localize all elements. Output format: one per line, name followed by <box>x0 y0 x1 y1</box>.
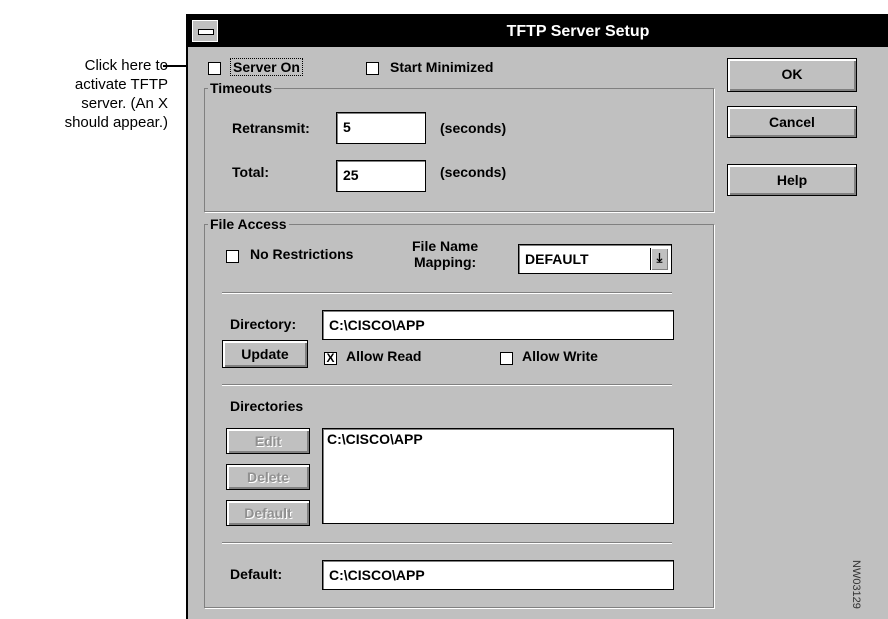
tftp-setup-dialog: TFTP Server Setup Server On Start Minimi… <box>186 14 888 619</box>
callout-line: server. (An X <box>81 95 168 112</box>
chevron-down-icon[interactable]: ⤓ <box>650 248 668 270</box>
timeouts-group <box>204 88 714 212</box>
file-name-mapping-value: DEFAULT <box>525 251 589 267</box>
default-button[interactable]: Default <box>226 500 310 526</box>
separator <box>222 292 672 294</box>
directories-label: Directories <box>230 398 304 414</box>
title-bar: TFTP Server Setup <box>188 16 888 47</box>
ok-button[interactable]: OK <box>727 58 857 92</box>
allow-write-label[interactable]: Allow Write <box>522 348 598 364</box>
separator <box>222 542 672 544</box>
retransmit-input[interactable]: 5 <box>336 112 426 144</box>
directory-label: Directory: <box>230 316 297 332</box>
directory-input[interactable]: C:\CISCO\APP <box>322 310 674 340</box>
default-directory-input[interactable]: C:\CISCO\APP <box>322 560 674 590</box>
retransmit-label: Retransmit: <box>232 120 310 136</box>
edit-button[interactable]: Edit <box>226 428 310 454</box>
cancel-button[interactable]: Cancel <box>727 106 857 138</box>
callout-text: Click here to activate TFTP server. (An … <box>0 56 168 132</box>
figure-code: NW03129 <box>850 560 862 609</box>
total-label: Total: <box>232 164 270 180</box>
callout-line: Click here to <box>84 57 168 74</box>
file-name-mapping-select[interactable]: DEFAULT ⤓ <box>518 244 672 274</box>
default-label: Default: <box>230 566 283 582</box>
update-button[interactable]: Update <box>222 340 308 368</box>
allow-write-checkbox[interactable] <box>500 352 513 365</box>
retransmit-unit: (seconds) <box>440 120 507 136</box>
system-menu-icon[interactable] <box>192 20 218 42</box>
total-unit: (seconds) <box>440 164 507 180</box>
directories-listbox[interactable]: C:\CISCO\APP <box>322 428 674 524</box>
allow-read-label[interactable]: Allow Read <box>346 348 421 364</box>
help-button[interactable]: Help <box>727 164 857 196</box>
window-title: TFTP Server Setup <box>506 23 650 40</box>
start-minimized-checkbox[interactable] <box>366 62 379 75</box>
separator <box>222 384 672 386</box>
delete-button[interactable]: Delete <box>226 464 310 490</box>
file-name-mapping-label: File Name Mapping: <box>412 238 479 270</box>
callout-line: should appear.) <box>64 114 168 131</box>
file-access-group-title: File Access <box>208 216 289 232</box>
no-restrictions-label[interactable]: No Restrictions <box>250 246 353 262</box>
callout-line: activate TFTP <box>74 76 168 93</box>
timeouts-group-title: Timeouts <box>208 80 274 96</box>
server-on-checkbox[interactable] <box>208 62 221 75</box>
list-item[interactable]: C:\CISCO\APP <box>323 429 673 449</box>
server-on-label[interactable]: Server On <box>230 58 303 76</box>
start-minimized-label[interactable]: Start Minimized <box>390 59 493 75</box>
allow-read-checkbox[interactable]: X <box>324 352 337 365</box>
total-input[interactable]: 25 <box>336 160 426 192</box>
no-restrictions-checkbox[interactable] <box>226 250 239 263</box>
file-access-group <box>204 224 714 608</box>
